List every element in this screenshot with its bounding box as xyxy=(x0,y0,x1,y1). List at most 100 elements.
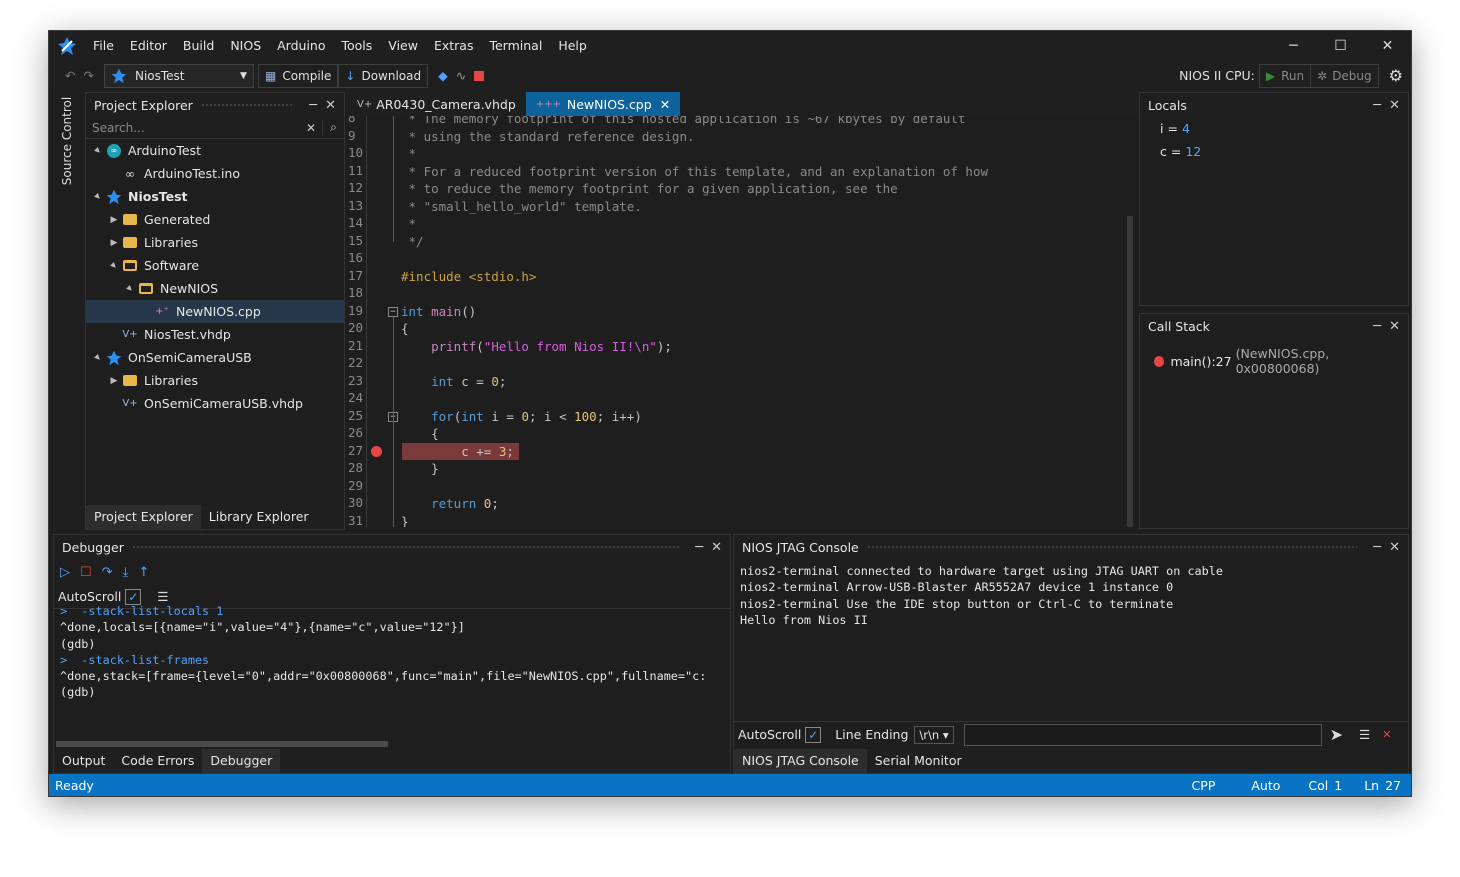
expand-arrow-icon[interactable]: ▲ xyxy=(90,349,107,366)
tab-library-explorer[interactable]: Library Explorer xyxy=(201,505,317,529)
nios-icon xyxy=(106,189,122,204)
close-panel-icon[interactable]: ✕ xyxy=(1389,540,1400,555)
minimize-icon[interactable]: ─ xyxy=(1270,31,1317,60)
close-panel-icon[interactable]: ✕ xyxy=(711,540,722,555)
program-icon[interactable]: ◆ xyxy=(434,64,452,88)
maximize-icon[interactable]: ☐ xyxy=(1317,31,1364,60)
tree-item[interactable]: +⁺ NewNIOS.cpp xyxy=(86,300,344,323)
undo-icon[interactable]: ↶ xyxy=(61,64,79,88)
project-select[interactable]: NiosTest ▼ xyxy=(103,63,254,88)
tab-newnios-cpp[interactable]: +++ NewNIOS.cpp ✕ xyxy=(525,92,681,116)
tree-item[interactable]: ▲ NewNIOS xyxy=(86,277,344,300)
status-mode[interactable]: Auto xyxy=(1251,778,1280,793)
jtag-header: NIOS JTAG Console ─ ✕ xyxy=(734,535,1408,559)
gear-icon[interactable]: ⚙ xyxy=(1389,66,1403,85)
continue-icon[interactable]: ▷ xyxy=(60,565,70,580)
send-icon[interactable]: ➤ xyxy=(1330,725,1343,744)
step-over-icon[interactable]: ↷ xyxy=(102,565,113,580)
close-panel-icon[interactable]: ✕ xyxy=(325,98,336,113)
pulse-icon[interactable]: ∿ xyxy=(452,64,470,88)
menu-item-extras[interactable]: Extras xyxy=(426,31,482,60)
clear-console-icon[interactable]: ☰ xyxy=(1359,727,1370,742)
step-out-icon[interactable]: ↑ xyxy=(138,565,149,580)
tree-item[interactable]: V+ OnSemiCameraUSB.vhdp xyxy=(86,392,344,415)
disconnect-icon[interactable]: ✕ xyxy=(1382,728,1391,741)
expand-arrow-icon[interactable]: ▶ xyxy=(106,215,122,225)
expand-arrow-icon[interactable]: ▲ xyxy=(90,188,107,205)
menu-item-nios[interactable]: NIOS xyxy=(222,31,269,60)
search-icon[interactable]: ⌕ xyxy=(322,120,344,135)
code-line: return 0; xyxy=(431,496,499,511)
local-variable[interactable]: c = 12 xyxy=(1140,140,1408,163)
breakpoint-icon[interactable] xyxy=(371,445,382,457)
status-language[interactable]: CPP xyxy=(1192,778,1216,793)
grid-icon: ▦ xyxy=(264,68,277,83)
line-ending-select[interactable]: \r\n ▾ xyxy=(914,725,954,744)
clear-icon[interactable]: ✕ xyxy=(300,121,322,135)
tab-ar0430-camera[interactable]: V+ AR0430_Camera.vhdp xyxy=(347,92,526,116)
tree-item[interactable]: ▲ OnSemiCameraUSB xyxy=(86,346,344,369)
menu-item-file[interactable]: File xyxy=(85,31,122,60)
search-input[interactable]: Search... ✕ ⌕ xyxy=(86,117,344,139)
source-control-tab[interactable]: Source Control xyxy=(49,91,85,191)
menu-item-tools[interactable]: Tools xyxy=(334,31,381,60)
menu-item-build[interactable]: Build xyxy=(175,31,222,60)
minimize-panel-icon[interactable]: ─ xyxy=(695,540,703,555)
minimize-panel-icon[interactable]: ─ xyxy=(1373,98,1381,113)
close-panel-icon[interactable]: ✕ xyxy=(1389,319,1400,334)
horizontal-scrollbar[interactable] xyxy=(56,741,388,747)
debug-button[interactable]: ✲ Debug xyxy=(1310,63,1379,88)
tree-item[interactable]: ▶ Generated xyxy=(86,208,344,231)
minimize-panel-icon[interactable]: ─ xyxy=(1373,540,1381,555)
menu-item-editor[interactable]: Editor xyxy=(122,31,175,60)
vhdp-icon: V+ xyxy=(357,98,373,110)
tab-output[interactable]: Output xyxy=(54,749,113,773)
menu-item-view[interactable]: View xyxy=(380,31,426,60)
var-name: i xyxy=(1160,121,1164,136)
tab-project-explorer[interactable]: Project Explorer xyxy=(86,505,201,529)
fold-toggle-icon[interactable]: − xyxy=(388,306,398,317)
minimize-panel-icon[interactable]: ─ xyxy=(309,98,317,113)
send-input[interactable] xyxy=(963,723,1322,746)
tree-item[interactable]: ▲ NiosTest xyxy=(86,185,344,208)
tab-serial-monitor[interactable]: Serial Monitor xyxy=(867,749,970,773)
tree-item[interactable]: ▶ Libraries xyxy=(86,231,344,254)
compile-button[interactable]: ▦ Compile xyxy=(257,63,339,88)
run-button[interactable]: ▶ Run xyxy=(1258,63,1312,88)
expand-arrow-icon[interactable]: ▲ xyxy=(106,257,123,274)
close-tab-icon[interactable]: ✕ xyxy=(660,97,670,112)
tree-item[interactable]: ▶ Libraries xyxy=(86,369,344,392)
close-icon[interactable]: ✕ xyxy=(1364,31,1411,60)
clear-list-icon[interactable]: ☰ xyxy=(157,589,168,604)
local-variable[interactable]: i = 4 xyxy=(1140,117,1408,140)
stop-debug-icon[interactable]: ☐ xyxy=(80,565,92,580)
line-number: 11 xyxy=(348,162,364,178)
minimize-panel-icon[interactable]: ─ xyxy=(1373,319,1381,334)
expand-arrow-icon[interactable]: ▲ xyxy=(90,142,107,159)
tab-nios-jtag-console[interactable]: NIOS JTAG Console xyxy=(734,749,867,773)
frame-func: main():27 xyxy=(1170,353,1232,369)
download-button[interactable]: ↓ Download xyxy=(338,63,429,88)
tree-item[interactable]: V+ NiosTest.vhdp xyxy=(86,323,344,346)
tree-item[interactable]: ▲ ∞ ArduinoTest xyxy=(86,139,344,162)
tab-code-errors[interactable]: Code Errors xyxy=(113,749,202,773)
expand-arrow-icon[interactable]: ▲ xyxy=(122,280,139,297)
tree-item[interactable]: ▲ Software xyxy=(86,254,344,277)
menu-item-arduino[interactable]: Arduino xyxy=(269,31,333,60)
autoscroll-checkbox[interactable]: ✓ xyxy=(805,726,822,743)
redo-icon[interactable]: ↷ xyxy=(79,64,97,88)
folder-icon xyxy=(122,374,138,388)
tree-item[interactable]: ∞ ArduinoTest.ino xyxy=(86,162,344,185)
menu-item-help[interactable]: Help xyxy=(550,31,595,60)
close-panel-icon[interactable]: ✕ xyxy=(1389,98,1400,113)
code-editor[interactable]: 8 * The memory footprint of this hosted … xyxy=(347,116,1133,527)
expand-arrow-icon[interactable]: ▶ xyxy=(106,238,122,248)
stop-icon[interactable] xyxy=(470,64,488,88)
call-stack-frame[interactable]: main():27 (NewNIOS.cpp, 0x00800068) xyxy=(1140,338,1408,376)
menu-item-terminal[interactable]: Terminal xyxy=(481,31,550,60)
step-into-icon[interactable]: ⤓ xyxy=(123,565,129,580)
tab-debugger[interactable]: Debugger xyxy=(202,749,281,773)
expand-arrow-icon[interactable]: ▶ xyxy=(106,376,122,386)
debugger-panel: Debugger ─ ✕ ▷ ☐ ↷ ⤓ ↑ AutoScroll ✓ ☰ > … xyxy=(53,534,731,774)
editor-scrollbar[interactable] xyxy=(1127,216,1133,527)
